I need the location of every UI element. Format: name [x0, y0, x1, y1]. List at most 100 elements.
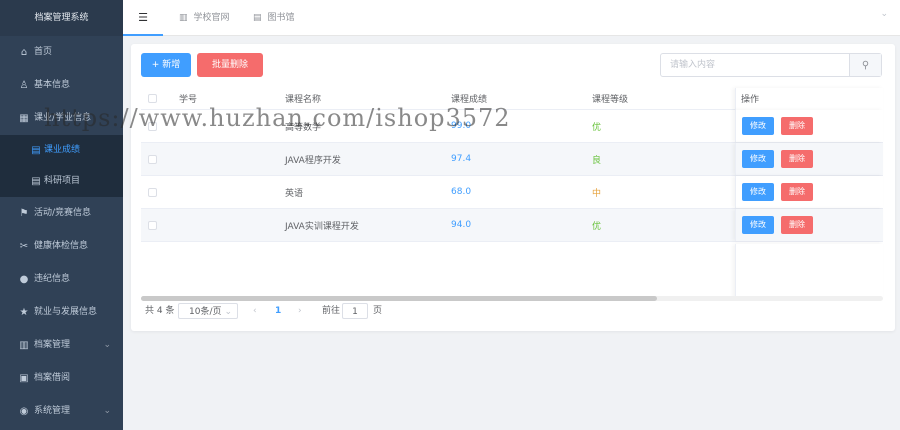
cell-course-grade: 优 [592, 122, 602, 133]
star-icon: ★ [19, 307, 29, 318]
chart-icon: ▥ [19, 340, 29, 351]
row-select-cell [148, 209, 157, 241]
row-select-cell [148, 110, 157, 142]
table-row: JAVA程序开发 97.4 良 修改 删除 [141, 143, 883, 176]
sidebar-item-8[interactable]: ★ 就业与发展信息 [0, 296, 123, 329]
book-icon: ▤ [253, 13, 262, 23]
search-input[interactable]: 请输入内容 [661, 54, 851, 76]
delete-button[interactable]: 删除 [781, 183, 813, 201]
edit-button[interactable]: 修改 [742, 183, 774, 201]
delete-button[interactable]: 删除 [781, 216, 813, 234]
sidebar-item-11[interactable]: ◉ 系统管理 ⌄ [0, 395, 123, 428]
select-all-cell [148, 88, 157, 109]
pagination: 共 4 条 10条/页 ⌄ ‹ 1 › 前往 1 页 [145, 303, 545, 319]
flag-icon: ⚑ [19, 208, 29, 219]
cell-course-grade: 优 [592, 221, 602, 232]
score-table: 学号 课程名称 课程成绩 课程等级 操作 高等数学 99.0 优修改 删除 JAVA程序… [141, 88, 883, 242]
content-card: + 新增 批量删除 请输入内容 ⚲ 学号 课程名称 课程成绩 课程等级 操作 高… [131, 44, 895, 331]
cell-course-score: 68.0 [451, 187, 472, 197]
app-title: 档案管理系统 [0, 0, 123, 36]
document-icon: ▤ [31, 145, 41, 156]
sidebar-item-label: 系统管理 [34, 406, 71, 416]
row-checkbox[interactable] [148, 154, 157, 164]
sidebar-item-9[interactable]: ▥ 档案管理 ⌄ [0, 329, 123, 362]
sidebar-item-1[interactable]: ♙ 基本信息 [0, 69, 123, 102]
location-icon: ◉ [19, 406, 29, 417]
search-button[interactable]: ⚲ [849, 54, 881, 76]
archive-icon: ▣ [19, 373, 29, 384]
page-number-current[interactable]: 1 [275, 303, 281, 319]
header-student-id: 学号 [179, 95, 198, 105]
sidebar-item-4[interactable]: ▤ 科研项目 [0, 166, 123, 197]
total-count: 共 4 条 [145, 306, 175, 316]
delete-button[interactable]: 删除 [781, 117, 813, 135]
table-row: JAVA实训课程开发 94.0 优 修改 删除 [141, 209, 883, 242]
chevron-down-icon[interactable]: ⌄ [880, 9, 888, 19]
sidebar-item-label: 课业/学业信息 [34, 113, 92, 123]
sidebar-item-10[interactable]: ▣ 档案借阅 [0, 362, 123, 395]
sidebar-item-3[interactable]: ▤ 课业成绩 [0, 135, 123, 166]
nav-link-label: 学校官网 [193, 13, 230, 23]
chevron-down-icon: ⌄ [103, 340, 111, 350]
row-checkbox[interactable] [148, 220, 157, 230]
chevron-down-icon: ⌄ [224, 307, 232, 317]
cell-operations: 修改 删除 [735, 209, 883, 241]
next-page-button[interactable]: › [298, 303, 302, 319]
search-box: 请输入内容 ⚲ [660, 53, 882, 77]
row-select-cell [148, 176, 157, 208]
page-size-value: 10条/页 [189, 307, 222, 317]
sidebar-item-0[interactable]: ⌂ 首页 [0, 36, 123, 69]
sidebar-item-label: 首页 [34, 47, 53, 57]
table-body: 高等数学 99.0 优修改 删除 JAVA程序开发 97.4 良修改 删除 英语 68.0 中修改删… [141, 110, 883, 242]
prev-page-button[interactable]: ‹ [253, 303, 257, 319]
cell-course-score: 99.0 [451, 121, 472, 131]
nav-link-library[interactable]: ▤ 图书馆 [253, 0, 295, 36]
grid-icon: ▦ [19, 113, 29, 124]
nav-link-school-site[interactable]: ▥ 学校官网 [179, 0, 230, 36]
edit-button[interactable]: 修改 [742, 216, 774, 234]
delete-button[interactable]: 删除 [781, 150, 813, 168]
ops-column-fill [735, 244, 883, 298]
cell-operations: 修改 删除 [735, 143, 883, 175]
table-row: 高等数学 99.0 优 修改 删除 [141, 110, 883, 143]
table-row: 英语 68.0 中 修改 删除 [141, 176, 883, 209]
row-select-cell [148, 143, 157, 175]
search-icon: ⚲ [861, 59, 870, 71]
sidebar-item-7[interactable]: ● 违纪信息 [0, 263, 123, 296]
sidebar-item-label: 课业成绩 [44, 145, 81, 155]
scrollbar-thumb[interactable] [141, 296, 657, 301]
select-all-checkbox[interactable] [148, 94, 157, 103]
edit-button[interactable]: 修改 [742, 117, 774, 135]
top-header: ☰ ▥ 学校官网 ▤ 图书馆 ⌄ [123, 0, 900, 36]
add-button[interactable]: + 新增 [141, 53, 191, 77]
batch-delete-button[interactable]: 批量删除 [197, 53, 263, 77]
table-header: 学号 课程名称 课程成绩 课程等级 操作 [141, 88, 883, 110]
edit-button[interactable]: 修改 [742, 150, 774, 168]
page-size-select[interactable]: 10条/页 ⌄ [178, 303, 238, 319]
menu-toggle-button[interactable]: ☰ [123, 0, 163, 36]
cell-course-name: JAVA实训课程开发 [285, 221, 359, 232]
header-course-score: 课程成绩 [451, 95, 488, 105]
goto-suffix: 页 [373, 306, 383, 316]
cell-course-name: 高等数学 [285, 122, 322, 133]
cell-operations: 修改 删除 [735, 176, 883, 208]
row-checkbox[interactable] [148, 121, 157, 131]
hamburger-icon: ☰ [138, 10, 148, 24]
horizontal-scrollbar[interactable] [141, 296, 883, 301]
cell-course-name: JAVA程序开发 [285, 155, 341, 166]
app-root: 档案管理系统 ⌂ 首页 ♙ 基本信息 ▦ 课业/学业信息 ▤ 课业成绩 ▤ 科研项目 ⚑ 活动/竞赛信… [0, 0, 900, 430]
row-checkbox[interactable] [148, 187, 157, 197]
document-icon: ▤ [31, 176, 41, 187]
sidebar-item-2[interactable]: ▦ 课业/学业信息 [0, 102, 123, 135]
sidebar-item-label: 档案借阅 [34, 373, 71, 383]
sidebar-item-label: 基本信息 [34, 80, 71, 90]
sidebar-item-label: 科研项目 [44, 176, 81, 186]
goto-page-input[interactable]: 1 [342, 303, 368, 319]
sidebar: 档案管理系统 ⌂ 首页 ♙ 基本信息 ▦ 课业/学业信息 ▤ 课业成绩 ▤ 科研项目 ⚑ 活动/竞赛信… [0, 0, 123, 430]
sidebar-item-6[interactable]: ✂ 健康体检信息 [0, 230, 123, 263]
goto-label: 前往 [322, 306, 341, 316]
info-icon: ● [19, 274, 29, 285]
sidebar-item-5[interactable]: ⚑ 活动/竞赛信息 [0, 197, 123, 230]
nav-link-label: 图书馆 [267, 13, 295, 23]
cell-course-score: 94.0 [451, 220, 472, 230]
